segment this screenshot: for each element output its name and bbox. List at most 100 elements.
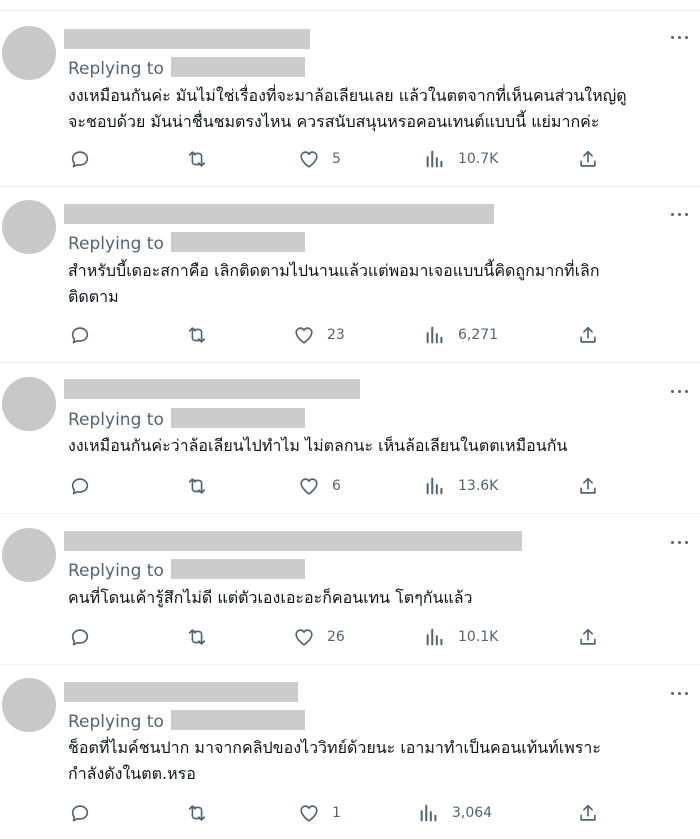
reply-icon bbox=[71, 478, 89, 495]
views-button[interactable]: 13.6K bbox=[424, 474, 498, 498]
redacted-mention[interactable] bbox=[171, 559, 306, 579]
views-icon bbox=[426, 477, 443, 495]
replying-to: Replying to bbox=[68, 559, 306, 581]
replying-to: Replying to bbox=[68, 57, 306, 79]
share-button[interactable] bbox=[577, 801, 599, 825]
redacted-username[interactable] bbox=[64, 379, 360, 399]
avatar[interactable] bbox=[2, 200, 56, 254]
replying-to-label: Replying to bbox=[68, 410, 164, 430]
replying-to-label: Replying to bbox=[68, 234, 164, 254]
like-button[interactable]: 1 bbox=[298, 801, 341, 825]
redacted-username[interactable] bbox=[64, 682, 298, 702]
views-count: 10.1K bbox=[458, 629, 499, 645]
tweet-text-line: งงเหมือนกันค่ะ มันไม่ใช่เรื่องที่จะมาล้อ… bbox=[68, 86, 627, 105]
tweet-text-line: สำหรับบี้เดอะสกาคือ เลิกติดตามไปนานแล้วแ… bbox=[68, 261, 600, 280]
avatar[interactable] bbox=[2, 377, 56, 431]
share-icon bbox=[580, 477, 596, 494]
views-icon bbox=[426, 628, 443, 646]
tweet[interactable]: Replying to งงเหมือนกันค่ะว่าล้อเลียนไปท… bbox=[0, 363, 700, 514]
replying-to-label: Replying to bbox=[68, 561, 164, 581]
retweet-icon bbox=[188, 478, 206, 494]
reply-icon bbox=[71, 805, 89, 822]
like-button[interactable]: 26 bbox=[293, 625, 345, 649]
reply-icon bbox=[71, 327, 89, 344]
redacted-username[interactable] bbox=[64, 531, 522, 551]
replying-to-label: Replying to bbox=[68, 712, 164, 732]
action-bar: 1 3,064 bbox=[0, 801, 700, 825]
tweet-text: คนที่โดนเค้ารู้สึกไม่ดี แต่ตัวเองเอะอะก็… bbox=[68, 585, 688, 611]
more-options-button[interactable] bbox=[666, 381, 694, 401]
avatar[interactable] bbox=[2, 678, 56, 732]
redacted-username[interactable] bbox=[64, 204, 494, 224]
tweet-text: งงเหมือนกันค่ะว่าล้อเลียนไปทำไม ไม่ตลกนะ… bbox=[68, 433, 688, 459]
retweet-icon bbox=[188, 629, 206, 645]
like-button[interactable]: 6 bbox=[298, 474, 341, 498]
views-icon bbox=[426, 150, 443, 168]
share-button[interactable] bbox=[577, 474, 599, 498]
retweet-button[interactable] bbox=[186, 323, 208, 347]
retweet-button[interactable] bbox=[186, 625, 208, 649]
reply-button[interactable] bbox=[69, 147, 91, 171]
like-count: 23 bbox=[327, 327, 345, 343]
redacted-mention[interactable] bbox=[171, 710, 306, 730]
redacted-mention[interactable] bbox=[171, 232, 306, 252]
reply-button[interactable] bbox=[69, 323, 91, 347]
share-button[interactable] bbox=[577, 625, 599, 649]
retweet-button[interactable] bbox=[186, 801, 208, 825]
redacted-mention[interactable] bbox=[171, 57, 306, 77]
views-count: 10.7K bbox=[458, 151, 499, 167]
tweet-text-line: ช็อตที่ไมค์ชนปาก มาจากคลิปของไววิทย์ด้วย… bbox=[68, 738, 601, 757]
action-bar: 23 6,271 bbox=[0, 323, 700, 347]
more-options-button[interactable] bbox=[666, 532, 694, 552]
views-button[interactable]: 6,271 bbox=[424, 323, 498, 347]
heart-icon bbox=[300, 805, 318, 822]
tweet[interactable]: Replying to งงเหมือนกันค่ะ มันไม่ใช่เรื่… bbox=[0, 11, 700, 187]
share-icon bbox=[580, 150, 596, 167]
reply-button[interactable] bbox=[69, 625, 91, 649]
action-bar: 26 10.1K bbox=[0, 625, 700, 649]
reply-button[interactable] bbox=[69, 801, 91, 825]
tweet-text-line: ติดตาม bbox=[68, 287, 119, 306]
more-options-button[interactable] bbox=[666, 683, 694, 703]
avatar[interactable] bbox=[2, 26, 56, 80]
replying-to: Replying to bbox=[68, 408, 306, 430]
heart-icon bbox=[300, 478, 318, 495]
tweet-text-line: จะชอบด้วย มันน่าชื่นชมตรงไหน ควรสนับสนุน… bbox=[68, 112, 600, 131]
tweet[interactable]: Replying to คนที่โดนเค้ารู้สึกไม่ดี แต่ต… bbox=[0, 514, 700, 665]
more-options-button[interactable] bbox=[666, 27, 694, 47]
more-options-button[interactable] bbox=[666, 204, 694, 224]
like-button[interactable]: 23 bbox=[293, 323, 345, 347]
replying-to-label: Replying to bbox=[68, 59, 164, 79]
redacted-mention[interactable] bbox=[171, 408, 306, 428]
share-button[interactable] bbox=[577, 323, 599, 347]
tweet[interactable]: Replying to สำหรับบี้เดอะสกาคือ เลิกติดต… bbox=[0, 187, 700, 363]
tweet-text-line: กำลังดังในตต.หรอ bbox=[68, 764, 196, 783]
avatar[interactable] bbox=[2, 528, 56, 582]
retweet-icon bbox=[188, 327, 206, 343]
views-button[interactable]: 10.7K bbox=[424, 147, 498, 171]
reply-icon bbox=[71, 151, 89, 168]
tweet-text: งงเหมือนกันค่ะ มันไม่ใช่เรื่องที่จะมาล้อ… bbox=[68, 83, 688, 135]
views-button[interactable]: 3,064 bbox=[418, 801, 492, 825]
action-bar: 5 10.7K bbox=[0, 147, 700, 171]
share-icon bbox=[580, 326, 596, 343]
views-button[interactable]: 10.1K bbox=[424, 625, 498, 649]
tweet[interactable]: Replying to ช็อตที่ไมค์ชนปาก มาจากคลิปขอ… bbox=[0, 665, 700, 839]
tweet-text-line: งงเหมือนกันค่ะว่าล้อเลียนไปทำไม ไม่ตลกนะ… bbox=[68, 436, 568, 455]
reply-icon bbox=[71, 629, 89, 646]
retweet-button[interactable] bbox=[186, 474, 208, 498]
like-button[interactable]: 5 bbox=[298, 147, 341, 171]
like-count: 26 bbox=[327, 629, 345, 645]
heart-icon bbox=[295, 327, 313, 344]
like-count: 6 bbox=[332, 478, 341, 494]
share-icon bbox=[580, 804, 596, 821]
reply-button[interactable] bbox=[69, 474, 91, 498]
views-count: 3,064 bbox=[452, 805, 493, 821]
redacted-username[interactable] bbox=[64, 29, 310, 49]
retweet-icon bbox=[188, 151, 206, 167]
like-count: 1 bbox=[332, 805, 341, 821]
views-icon bbox=[420, 804, 437, 822]
share-button[interactable] bbox=[577, 147, 599, 171]
retweet-button[interactable] bbox=[186, 147, 208, 171]
heart-icon bbox=[295, 629, 313, 646]
